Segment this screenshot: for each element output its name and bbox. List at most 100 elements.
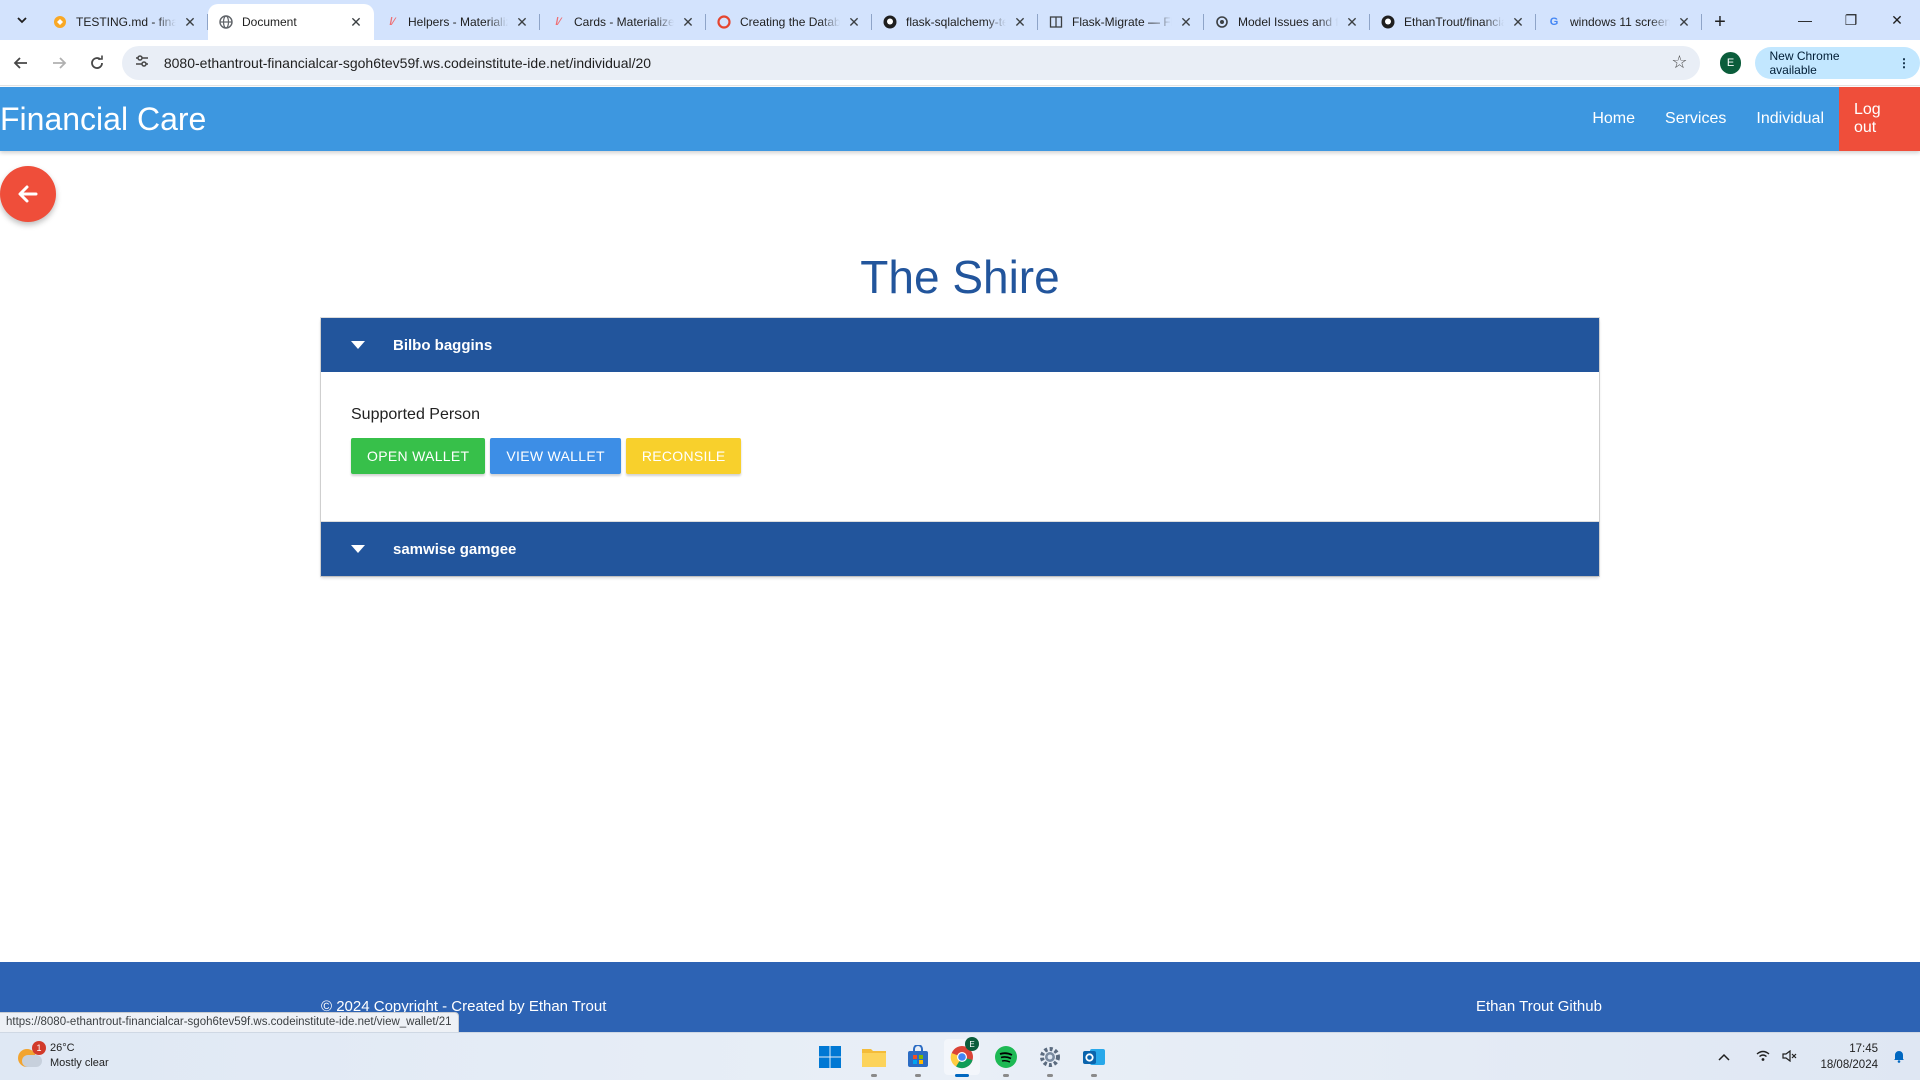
back-button[interactable] [4, 46, 38, 80]
reload-icon [91, 55, 103, 69]
start-button[interactable] [812, 1039, 848, 1075]
site-info-icon[interactable] [134, 53, 152, 72]
restore-button[interactable]: ❐ [1828, 0, 1874, 40]
tab-close-icon[interactable]: ✕ [1344, 14, 1360, 31]
window-controls: — ❐ ✕ [1782, 0, 1920, 40]
system-tray: 17:45 18/08/2024 [1718, 1033, 1920, 1080]
browser-tab[interactable]: Flask-Migrate — Flask ✕ [1038, 4, 1204, 40]
opera-icon [716, 14, 732, 30]
people-collapsible: Bilbo baggins Supported Person OPEN WALL… [321, 318, 1599, 576]
tab-title: Model Issues and fixes [1238, 15, 1338, 29]
folder-icon [862, 1049, 886, 1067]
tab-close-icon[interactable]: ✕ [680, 14, 696, 31]
profile-avatar[interactable]: E [1719, 51, 1742, 74]
plus-icon: + [1714, 10, 1726, 33]
back-fab-button[interactable] [0, 166, 56, 222]
tab-close-icon[interactable]: ✕ [1012, 14, 1028, 31]
person-name: samwise gamgee [393, 540, 517, 558]
materialize-icon: /⁄ [555, 16, 561, 28]
kebab-menu-icon: ⋮ [1898, 55, 1910, 70]
github-icon [882, 14, 898, 30]
gear-icon [1040, 1047, 1060, 1067]
reconcile-button[interactable]: RECONSILE [625, 438, 742, 474]
browser-tab[interactable]: Model Issues and fixes ✕ [1204, 4, 1370, 40]
weather-temp: 26°C [50, 1042, 75, 1054]
quick-settings[interactable] [1756, 1049, 1798, 1065]
notification-bell-icon[interactable] [1892, 1049, 1906, 1066]
windows-taskbar: 1 26°C Mostly clear E 17:45 18/08/2024 [0, 1032, 1920, 1080]
tab-title: Flask-Migrate — Flask [1072, 15, 1172, 29]
wifi-icon [1756, 1050, 1770, 1065]
browser-tab[interactable]: G windows 11 screenshot ✕ [1536, 4, 1702, 40]
weather-icon: 1 [16, 1041, 46, 1069]
browser-tab[interactable]: /⁄ Cards - Materialize ✕ [540, 4, 706, 40]
browser-tab[interactable]: /⁄ Helpers - Materialize ✕ [374, 4, 540, 40]
tab-close-icon[interactable]: ✕ [1178, 14, 1194, 31]
new-tab-button[interactable]: + [1706, 8, 1734, 36]
address-bar[interactable]: 8080-ethantrout-financialcar-sgoh6tev59f… [121, 45, 1700, 80]
view-wallet-button[interactable]: VIEW WALLET [490, 438, 621, 474]
google-icon: G [1549, 16, 1559, 28]
weather-desc: Mostly clear [50, 1057, 109, 1069]
store-icon [908, 1045, 928, 1067]
windows-icon [819, 1046, 841, 1068]
tab-title: flask-sqlalchemy-test [906, 15, 1006, 29]
outlook-button[interactable] [1076, 1039, 1112, 1077]
browser-tab[interactable]: EthanTrout/financial ✕ [1370, 4, 1536, 40]
tab-search-button[interactable] [6, 4, 38, 36]
nav-individual-link[interactable]: Individual [1741, 87, 1839, 151]
nav-services-link[interactable]: Services [1650, 87, 1741, 151]
collapsible-body-bilbo: Supported Person OPEN WALLET VIEW WALLET… [321, 372, 1599, 522]
tab-close-icon[interactable]: ✕ [1510, 14, 1526, 31]
tab-close-icon[interactable]: ✕ [1676, 14, 1692, 31]
forward-button[interactable] [42, 46, 76, 80]
bookmark-star-icon[interactable]: ☆ [1671, 52, 1687, 73]
update-label: New Chrome available [1769, 48, 1840, 77]
tab-title: Creating the Database [740, 15, 840, 29]
tab-title: Helpers - Materialize [408, 15, 508, 29]
chrome-update-button[interactable]: New Chrome available ⋮ [1755, 46, 1920, 79]
clock[interactable]: 17:45 18/08/2024 [1820, 1041, 1878, 1073]
caret-down-icon [343, 544, 373, 554]
book-icon [1048, 14, 1064, 30]
reload-button[interactable] [80, 46, 114, 80]
browser-tab-active[interactable]: Document ✕ [208, 4, 374, 40]
github-icon [1380, 14, 1396, 30]
show-hidden-icons-chevron-up-icon[interactable] [1718, 1050, 1730, 1064]
site-navbar: Financial Care Home Services Individual … [0, 87, 1920, 151]
wallet-actions: OPEN WALLET VIEW WALLET RECONSILE [351, 438, 1569, 474]
collapsible-header-samwise[interactable]: samwise gamgee [321, 522, 1599, 576]
settings-button[interactable] [1032, 1039, 1068, 1077]
chrome-taskbar-button[interactable]: E [944, 1037, 980, 1077]
tab-close-icon[interactable]: ✕ [514, 14, 530, 31]
weather-widget[interactable]: 1 26°C Mostly clear [16, 1041, 109, 1071]
page-title: The Shire [860, 251, 1060, 303]
collapsible-header-bilbo[interactable]: Bilbo baggins [321, 318, 1599, 372]
clock-date: 18/08/2024 [1820, 1059, 1878, 1071]
nav-logout-link[interactable]: Log out [1839, 87, 1920, 151]
arrow-left-icon [18, 185, 38, 203]
close-window-button[interactable]: ✕ [1874, 0, 1920, 40]
taskbar-apps: E [812, 1037, 1112, 1077]
minimize-button[interactable]: — [1782, 0, 1828, 40]
person-role: Supported Person [351, 406, 480, 423]
tab-close-icon[interactable]: ✕ [846, 14, 862, 31]
ms-store-button[interactable] [900, 1039, 936, 1077]
open-wallet-button[interactable]: OPEN WALLET [351, 438, 486, 474]
nav-home-link[interactable]: Home [1577, 87, 1650, 151]
chrome-profile-badge: E [965, 1037, 979, 1051]
file-explorer-button[interactable] [856, 1039, 892, 1077]
spotify-button[interactable] [988, 1039, 1024, 1077]
brand-logo[interactable]: Financial Care [0, 101, 206, 138]
browser-tab[interactable]: TESTING.md - financial ✕ [42, 4, 208, 40]
materialize-icon: /⁄ [389, 16, 395, 28]
footer-github-link[interactable]: Ethan Trout Github [1476, 998, 1602, 1015]
browser-tab[interactable]: Creating the Database ✕ [706, 4, 872, 40]
outlook-icon [1083, 1049, 1105, 1065]
browser-tab[interactable]: flask-sqlalchemy-test ✕ [872, 4, 1038, 40]
openai-icon [1214, 14, 1230, 30]
tab-close-icon[interactable]: ✕ [182, 14, 198, 31]
speaker-muted-icon [1782, 1049, 1798, 1065]
tab-close-icon[interactable]: ✕ [348, 14, 364, 31]
globe-icon [218, 14, 234, 30]
